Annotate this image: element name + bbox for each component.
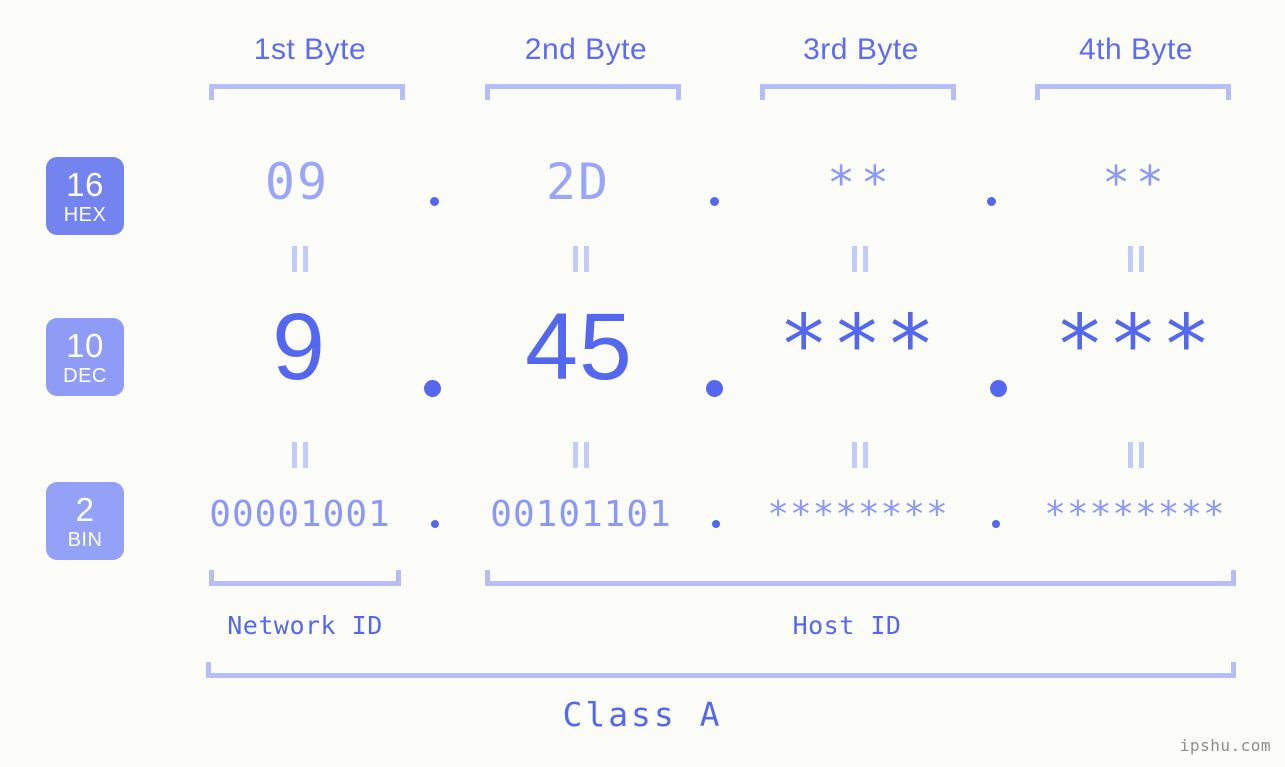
host-id-bracket — [485, 570, 1236, 586]
network-id-bracket — [209, 570, 401, 586]
equals-connector-hex-dec-2 — [570, 246, 592, 272]
byte-bracket-top-2 — [485, 84, 681, 100]
byte-bracket-top-3 — [760, 84, 956, 100]
byte-bracket-top-1 — [209, 84, 405, 100]
class-label: Class A — [562, 695, 723, 734]
bin-byte-4: ******** — [1044, 494, 1226, 535]
base-badge-hex-number: 16 — [66, 165, 104, 203]
byte-header-label-4: 4th Byte — [1078, 33, 1194, 66]
equals-connector-hex-dec-3 — [849, 246, 871, 272]
byte-bracket-top-4 — [1035, 84, 1231, 100]
equals-connector-dec-bin-3 — [849, 442, 871, 468]
byte-header-label-3: 3rd Byte — [803, 33, 919, 66]
equals-connector-dec-bin-1 — [289, 442, 311, 468]
bin-byte-3: ******** — [767, 494, 949, 535]
dec-byte-3: *** — [778, 298, 940, 393]
equals-connector-hex-dec-1 — [289, 246, 311, 272]
bin-dot-separator-3 — [992, 520, 1000, 528]
hex-byte-2: 2D — [545, 153, 611, 211]
hex-dot-separator-1 — [430, 197, 439, 206]
dec-dot-separator-2 — [706, 380, 723, 397]
bin-dot-separator-2 — [712, 520, 720, 528]
hex-dot-separator-3 — [987, 197, 996, 206]
hex-byte-4: ** — [1102, 156, 1170, 210]
dec-byte-1: 9 — [272, 294, 326, 400]
base-badge-hex[interactable]: 16 HEX — [46, 157, 124, 235]
network-id-label: Network ID — [227, 611, 383, 640]
equals-connector-dec-bin-2 — [570, 442, 592, 468]
equals-connector-hex-dec-4 — [1125, 246, 1147, 272]
dec-byte-2: 45 — [525, 294, 633, 400]
base-badge-dec-number: 10 — [66, 326, 104, 364]
ip-address-breakdown-diagram: 1st Byte 2nd Byte 3rd Byte 4th Byte 16 H… — [0, 0, 1285, 767]
dec-byte-4: *** — [1054, 298, 1216, 393]
host-id-label: Host ID — [792, 611, 902, 640]
base-badge-hex-name: HEX — [63, 203, 107, 226]
byte-header-label-2: 2nd Byte — [524, 33, 648, 66]
bin-byte-2: 00101101 — [490, 494, 672, 535]
base-badge-dec[interactable]: 10 DEC — [46, 318, 124, 396]
class-bracket — [206, 662, 1236, 678]
dec-dot-separator-1 — [424, 380, 441, 397]
bin-dot-separator-1 — [431, 520, 439, 528]
base-badge-dec-name: DEC — [63, 364, 107, 387]
base-badge-bin[interactable]: 2 BIN — [46, 482, 124, 560]
base-badge-bin-name: BIN — [67, 528, 103, 551]
hex-dot-separator-2 — [710, 197, 719, 206]
base-badge-bin-number: 2 — [75, 490, 95, 528]
dec-dot-separator-3 — [990, 380, 1007, 397]
equals-connector-dec-bin-4 — [1125, 442, 1147, 468]
hex-byte-1: 09 — [264, 153, 330, 211]
byte-header-label-1: 1st Byte — [253, 33, 367, 66]
bin-byte-1: 00001001 — [209, 494, 391, 535]
site-watermark: ipshu.com — [1179, 736, 1271, 755]
hex-byte-3: ** — [827, 156, 895, 210]
